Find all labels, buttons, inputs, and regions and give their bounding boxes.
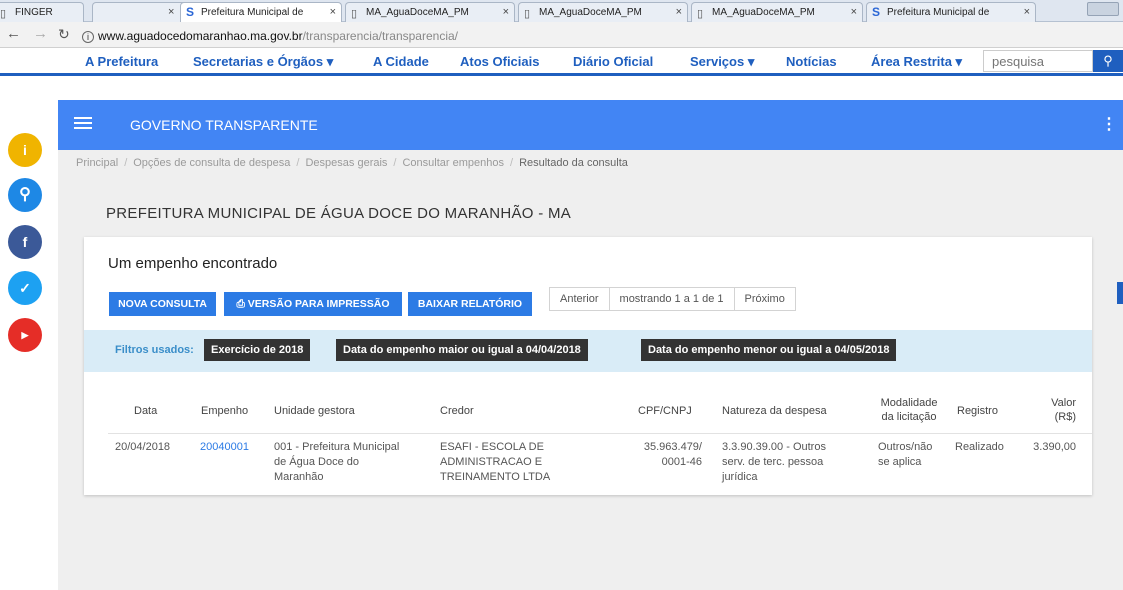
table-divider (108, 433, 1092, 434)
pager-prev[interactable]: Anterior (550, 288, 610, 310)
browser-tab-active[interactable]: S Prefeitura Municipal de × (180, 2, 342, 22)
pager-status: mostrando 1 a 1 de 1 (610, 288, 735, 310)
cell-natureza: 3.3.90.39.00 - Outros serv. de terc. pes… (722, 441, 826, 483)
close-icon[interactable]: × (330, 6, 336, 18)
filter-chip: Exercício de 2018 (204, 339, 311, 361)
results-card: Um empenho encontrado NOVA CONSULTA ⎙ VE… (84, 237, 1092, 495)
filter-chip: Data do empenho maior ou igual a 04/04/2… (336, 339, 588, 361)
nav-item-atos-oficiais[interactable]: Atos Oficiais (460, 54, 539, 69)
info-icon[interactable]: i (82, 31, 94, 43)
nav-item-diario-oficial[interactable]: Diário Oficial (573, 54, 653, 69)
col-header-empenho: Empenho (201, 405, 249, 417)
browser-tab-strip: ▯ FINGER × S Prefeitura Municipal de × ▯… (0, 0, 1123, 22)
cell-registro: Realizado (955, 441, 1004, 453)
info-float-icon[interactable]: i (8, 133, 42, 167)
search-button[interactable]: ⚲ (1093, 50, 1123, 72)
nav-item-a-cidade[interactable]: A Cidade (373, 54, 429, 69)
new-query-button[interactable]: NOVA CONSULTA (109, 292, 216, 316)
window-button[interactable] (1087, 2, 1119, 16)
cell-valor: 3.390,00 (1033, 441, 1076, 453)
browser-tab[interactable]: ▯ MA_AguaDoceMA_PM × (518, 2, 688, 22)
nav-item-a-prefeitura[interactable]: A Prefeitura (85, 54, 158, 69)
breadcrumb: Principal / Opções de consulta de despesa /… (76, 157, 628, 169)
close-icon[interactable]: × (168, 6, 174, 18)
facebook-icon[interactable]: f (8, 225, 42, 259)
col-header-data: Data (134, 405, 158, 417)
col-header-cpf: CPF/CNPJ (638, 405, 692, 417)
pager-next[interactable]: Próximo (735, 288, 795, 310)
nav-item-noticias[interactable]: Notícias (786, 54, 837, 69)
col-header-valor: Valor (R$) (1051, 397, 1076, 423)
forward-arrow-icon[interactable]: → (33, 25, 48, 42)
site-logo-icon: S (186, 5, 195, 19)
pagination: Anterior mostrando 1 a 1 de 1 Próximo (549, 287, 796, 311)
back-arrow-icon[interactable]: ← (6, 25, 21, 42)
site-logo-icon: S (872, 5, 881, 19)
cell-cpf: 35.963.479/ 0001-46 (643, 441, 702, 468)
print-version-button[interactable]: ⎙ VERSÃO PARA IMPRESSÃO (224, 292, 402, 316)
search-input[interactable] (983, 50, 1093, 72)
close-icon[interactable]: × (851, 6, 857, 18)
breadcrumb-item[interactable]: Opções de consulta de despesa (133, 157, 290, 169)
nav-item-area-restrita[interactable]: Área Restrita ▾ (871, 54, 962, 70)
more-options-icon[interactable]: ⋮ (1101, 114, 1117, 134)
side-tab-marker[interactable] (1117, 282, 1123, 304)
filter-chip: Data do empenho menor ou igual a 04/05/2… (641, 339, 897, 361)
browser-tab[interactable]: ▯ MA_AguaDoceMA_PM × (691, 2, 863, 22)
printer-icon: ⎙ (236, 298, 248, 310)
document-icon: ▯ (0, 8, 7, 20)
cell-credor: ESAFI - ESCOLA DE ADMINISTRACAO E TREINA… (440, 441, 551, 483)
site-navigation: A Prefeitura Secretarias e Órgãos ▾ A Ci… (0, 48, 1123, 76)
filters-bar: Filtros usados: Exercício de 2018 Data d… (84, 330, 1092, 372)
browser-tab[interactable]: ▯ FINGER (0, 2, 84, 22)
cell-modalidade: Outros/não se aplica (878, 441, 933, 468)
breadcrumb-item[interactable]: Consultar empenhos (402, 157, 504, 169)
address-bar: ← → ↻ i www.aguadocedomaranhao.ma.gov.br/… (0, 22, 1123, 48)
close-icon[interactable]: × (1024, 6, 1030, 18)
app-title: GOVERNO TRANSPARENTE (130, 117, 318, 133)
cell-unidade: 001 - Prefeitura Municipal de Água Doce … (274, 441, 400, 483)
main-content: Principal / Opções de consulta de despesa /… (58, 150, 1123, 590)
menu-icon[interactable] (74, 117, 92, 131)
cell-data: 20/04/2018 (115, 441, 171, 453)
document-icon: ▯ (697, 8, 704, 20)
breadcrumb-current: Resultado da consulta (519, 157, 628, 169)
nav-item-servicos[interactable]: Serviços ▾ (690, 54, 754, 70)
breadcrumb-item[interactable]: Principal (76, 157, 118, 169)
reload-icon[interactable]: ↻ (58, 26, 70, 43)
close-icon[interactable]: × (676, 6, 682, 18)
browser-tab[interactable]: S Prefeitura Municipal de × (866, 2, 1036, 22)
filters-label: Filtros usados: (115, 344, 194, 356)
col-header-unidade: Unidade gestora (274, 405, 355, 417)
nav-item-secretarias[interactable]: Secretarias e Órgãos ▾ (193, 54, 333, 70)
app-header: GOVERNO TRANSPARENTE ⋮ (58, 100, 1123, 150)
col-header-credor: Credor (440, 405, 474, 417)
empenho-link[interactable]: 20040001 (200, 440, 249, 455)
col-header-registro: Registro (957, 405, 998, 417)
col-header-natureza: Natureza da despesa (722, 405, 827, 417)
browser-tab[interactable]: ▯ MA_AguaDoceMA_PM × (345, 2, 515, 22)
page-title: PREFEITURA MUNICIPAL DE ÁGUA DOCE DO MAR… (106, 205, 572, 222)
document-icon: ▯ (524, 8, 531, 20)
twitter-icon[interactable]: ✓ (8, 271, 42, 305)
document-icon: ▯ (351, 8, 358, 20)
search-icon: ⚲ (1103, 53, 1113, 68)
col-header-modalidade: Modalidade da licitação (880, 397, 938, 423)
breadcrumb-item[interactable]: Despesas gerais (305, 157, 387, 169)
url-field[interactable]: i www.aguadocedomaranhao.ma.gov.br/transp… (82, 29, 458, 43)
search-float-icon[interactable]: ⚲ (8, 178, 42, 212)
results-heading: Um empenho encontrado (108, 255, 278, 272)
close-icon[interactable]: × (503, 6, 509, 18)
download-report-button[interactable]: BAIXAR RELATÓRIO (408, 292, 532, 316)
youtube-icon[interactable]: ▶ (8, 318, 42, 352)
